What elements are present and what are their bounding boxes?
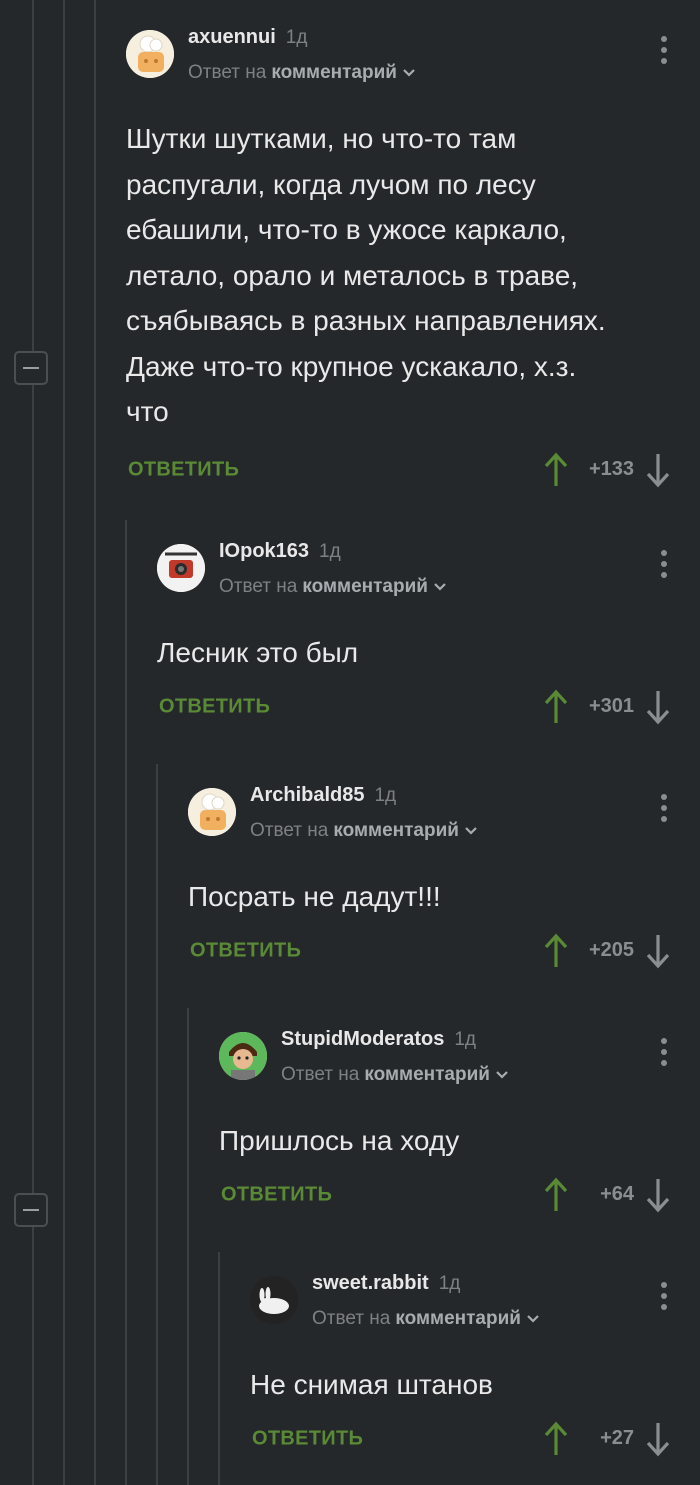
comment: StupidModeratos 1д Ответ на комментарий Пр… (219, 1028, 700, 1220)
thread-line (94, 0, 96, 1485)
username[interactable]: sweet.rabbit (312, 1272, 429, 1295)
comment-header: sweet.rabbit 1д Ответ на комментарий (250, 1272, 700, 1352)
arrow-down-icon[interactable] (644, 689, 672, 725)
comment: sweet.rabbit 1д Ответ на комментарий Не сн… (250, 1272, 700, 1464)
username[interactable]: Archibald85 (250, 784, 364, 807)
comment-time: 1д (454, 1029, 476, 1050)
avatar[interactable] (250, 1276, 298, 1324)
comment-text: Посрать не дадут!!! (188, 881, 441, 912)
reply-to-prefix: Ответ на (281, 1064, 360, 1085)
comment-time: 1д (438, 1273, 461, 1294)
comment-actions: ОТВЕТИТЬ +205 (188, 926, 700, 976)
reply-to-target: комментарий (333, 820, 459, 841)
comment-actions: ОТВЕТИТЬ +133 (126, 445, 700, 495)
collapse-thread-button[interactable] (14, 1193, 48, 1227)
comment-actions: ОТВЕТИТЬ +27 (250, 1414, 700, 1464)
chevron-down-icon (527, 1315, 539, 1323)
arrow-up-icon[interactable] (542, 933, 570, 969)
chevron-down-icon (465, 827, 477, 835)
reply-button[interactable]: ОТВЕТИТЬ (190, 939, 301, 962)
comment-actions: ОТВЕТИТЬ +301 (157, 682, 700, 732)
comment-time: 1д (374, 785, 397, 806)
chevron-down-icon (403, 69, 415, 77)
avatar[interactable] (219, 1032, 267, 1080)
rating-score: +27 (600, 1427, 634, 1449)
arrow-up-icon[interactable] (542, 689, 570, 725)
more-options-icon[interactable] (660, 36, 668, 66)
username[interactable]: StupidModeratos (281, 1028, 444, 1051)
reply-button[interactable]: ОТВЕТИТЬ (128, 458, 239, 481)
more-options-icon[interactable] (660, 1038, 668, 1068)
comment-actions: ОТВЕТИТЬ +64 (219, 1170, 700, 1220)
reply-to-prefix: Ответ на (219, 576, 298, 597)
thread-line (187, 1008, 189, 1485)
reply-to-prefix: Ответ на (312, 1308, 391, 1329)
reply-button[interactable]: ОТВЕТИТЬ (221, 1183, 332, 1206)
collapse-thread-button[interactable] (14, 351, 48, 385)
reply-to-link[interactable]: Ответ на комментарий (281, 1064, 509, 1086)
reply-to-prefix: Ответ на (250, 820, 329, 841)
comment: axuennui 1д Ответ на комментарий Шутки шут… (126, 26, 700, 495)
avatar[interactable] (157, 544, 205, 592)
comment-header: Archibald85 1д Ответ на комментарий (188, 784, 700, 864)
rating-score: +64 (600, 1183, 634, 1205)
reply-to-link[interactable]: Ответ на комментарий (312, 1308, 540, 1330)
rating-score: +205 (588, 939, 634, 961)
arrow-up-icon[interactable] (542, 1177, 570, 1213)
reply-to-target: комментарий (395, 1308, 521, 1329)
comment-header: StupidModeratos 1д Ответ на комментарий (219, 1028, 700, 1108)
comment-header: axuennui 1д Ответ на комментарий (126, 26, 700, 106)
arrow-up-icon[interactable] (542, 1421, 570, 1457)
rating-score: +301 (588, 695, 634, 717)
comment-time: 1д (319, 541, 341, 562)
more-options-icon[interactable] (660, 1282, 668, 1312)
reply-to-target: комментарий (271, 62, 397, 83)
arrow-down-icon[interactable] (644, 1421, 672, 1457)
comment-text: Не снимая штанов (250, 1369, 493, 1400)
more-options-icon[interactable] (660, 794, 668, 824)
arrow-up-icon[interactable] (542, 452, 570, 488)
reply-to-target: комментарий (302, 576, 428, 597)
chevron-down-icon (496, 1071, 508, 1079)
avatar[interactable] (188, 788, 236, 836)
reply-button[interactable]: ОТВЕТИТЬ (159, 695, 270, 718)
comment: Archibald85 1д Ответ на комментарий Посрат… (188, 784, 700, 976)
reply-to-target: комментарий (364, 1064, 490, 1085)
username[interactable]: axuennui (188, 26, 276, 49)
reply-button[interactable]: ОТВЕТИТЬ (252, 1427, 363, 1450)
arrow-down-icon[interactable] (644, 452, 672, 488)
chevron-down-icon (434, 583, 446, 591)
reply-to-link[interactable]: Ответ на комментарий (250, 820, 478, 842)
arrow-down-icon[interactable] (644, 933, 672, 969)
thread-line (125, 520, 127, 1485)
comment-time: 1д (285, 27, 308, 48)
comment: IOpok163 1д Ответ на комментарий Лесник эт… (157, 540, 700, 732)
thread-line (63, 0, 65, 1485)
comment-header: IOpok163 1д Ответ на комментарий (157, 540, 700, 620)
comment-text: Лесник это был (157, 637, 359, 668)
thread-line (218, 1252, 220, 1485)
username[interactable]: IOpok163 (219, 540, 309, 563)
reply-to-link[interactable]: Ответ на комментарий (219, 576, 447, 598)
minus-icon (23, 367, 39, 369)
arrow-down-icon[interactable] (644, 1177, 672, 1213)
reply-to-prefix: Ответ на (188, 62, 267, 83)
thread-line (156, 764, 158, 1485)
thread-line (32, 0, 34, 1485)
rating-score: +133 (588, 458, 634, 480)
reply-to-link[interactable]: Ответ на комментарий (188, 62, 416, 84)
comment-text: Пришлось на ходу (219, 1125, 460, 1156)
comment-text: Шутки шутками, но что-то там распугали, … (126, 123, 606, 427)
avatar[interactable] (126, 30, 174, 78)
more-options-icon[interactable] (660, 550, 668, 580)
minus-icon (23, 1209, 39, 1211)
